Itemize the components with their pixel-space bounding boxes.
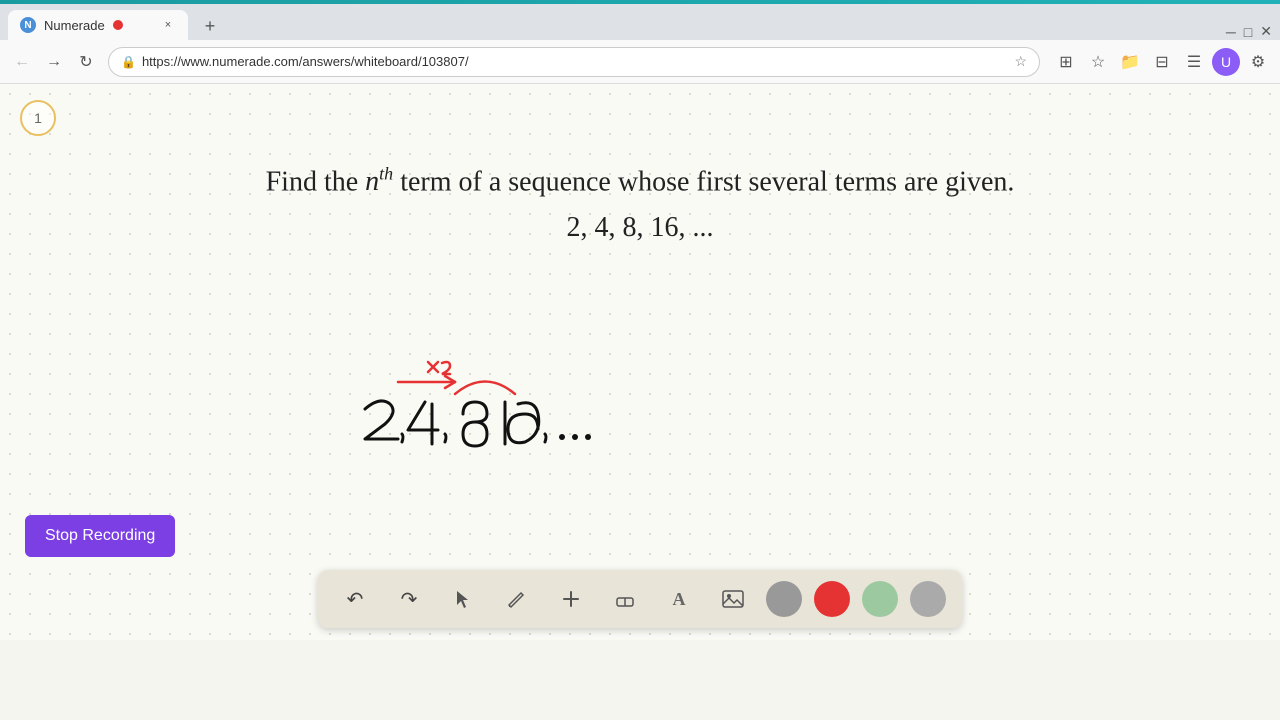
handwritten-content: [280, 354, 680, 484]
color-gray-button[interactable]: [766, 581, 802, 617]
plus-icon: [560, 588, 582, 610]
collections-icon[interactable]: 📁: [1116, 48, 1144, 76]
reload-button[interactable]: ↻: [72, 48, 100, 76]
back-button[interactable]: ←: [8, 48, 36, 76]
star-icon[interactable]: ☆: [1014, 53, 1027, 70]
maximize-button[interactable]: □: [1244, 24, 1252, 40]
page-number: 1: [20, 100, 56, 136]
n-variable: nth: [365, 166, 393, 197]
problem-statement: Find the nth term of a sequence whose fi…: [266, 164, 1015, 198]
nav-bar: ← → ↻ 🔒 https://www.numerade.com/answers…: [0, 40, 1280, 84]
tab-close-button[interactable]: ×: [160, 17, 176, 33]
redo-button[interactable]: ↷: [388, 578, 430, 620]
pencil-icon: [506, 588, 528, 610]
add-tool-button[interactable]: [550, 578, 592, 620]
image-tool-button[interactable]: [712, 578, 754, 620]
eraser-icon: [614, 588, 636, 610]
recording-dot: [113, 20, 123, 30]
address-bar[interactable]: 🔒 https://www.numerade.com/answers/white…: [108, 47, 1040, 77]
color-red-button[interactable]: [814, 581, 850, 617]
browser-nav-icons: ⊞ ☆ 📁 ⊟ ☰ U ⚙: [1052, 48, 1272, 76]
forward-button[interactable]: →: [40, 48, 68, 76]
problem-suffix: term of a sequence whose first several t…: [393, 166, 1014, 197]
close-button[interactable]: ✕: [1260, 23, 1272, 40]
profile-icon[interactable]: U: [1212, 48, 1240, 76]
whiteboard: 1 Find the nth term of a sequence whose …: [0, 84, 1280, 640]
sequence-text: 2, 4, 8, 16, ...: [567, 212, 714, 244]
minimize-button[interactable]: ─: [1226, 24, 1236, 40]
bottom-toolbar: ↶ ↷ A: [318, 570, 962, 628]
extensions-icon[interactable]: ⊞: [1052, 48, 1080, 76]
undo-button[interactable]: ↶: [334, 578, 376, 620]
active-tab[interactable]: N Numerade ×: [8, 10, 188, 40]
stop-recording-button[interactable]: Stop Recording: [25, 515, 175, 557]
favorites-icon[interactable]: ☆: [1084, 48, 1112, 76]
url-text: https://www.numerade.com/answers/whitebo…: [142, 54, 1008, 69]
text-tool-button[interactable]: A: [658, 578, 700, 620]
color-green-button[interactable]: [862, 581, 898, 617]
tab-favicon: N: [20, 17, 36, 33]
handwriting-svg: [280, 354, 680, 484]
select-tool-button[interactable]: [442, 578, 484, 620]
color-dark-gray-button[interactable]: [910, 581, 946, 617]
browser-menu-icon[interactable]: ⚙: [1244, 48, 1272, 76]
tab-title: Numerade: [44, 18, 105, 33]
image-icon: [721, 587, 745, 611]
new-tab-button[interactable]: +: [196, 12, 224, 40]
lock-icon: 🔒: [121, 55, 136, 69]
cursor-icon: [452, 588, 474, 610]
browser-icon-2[interactable]: ☰: [1180, 48, 1208, 76]
problem-content: Find the nth term of a sequence whose fi…: [0, 164, 1280, 244]
problem-prefix: Find the: [266, 166, 366, 197]
tab-bar: N Numerade × + ─ □ ✕: [0, 4, 1280, 40]
browser-icon-1[interactable]: ⊟: [1148, 48, 1176, 76]
pencil-tool-button[interactable]: [496, 578, 538, 620]
eraser-tool-button[interactable]: [604, 578, 646, 620]
